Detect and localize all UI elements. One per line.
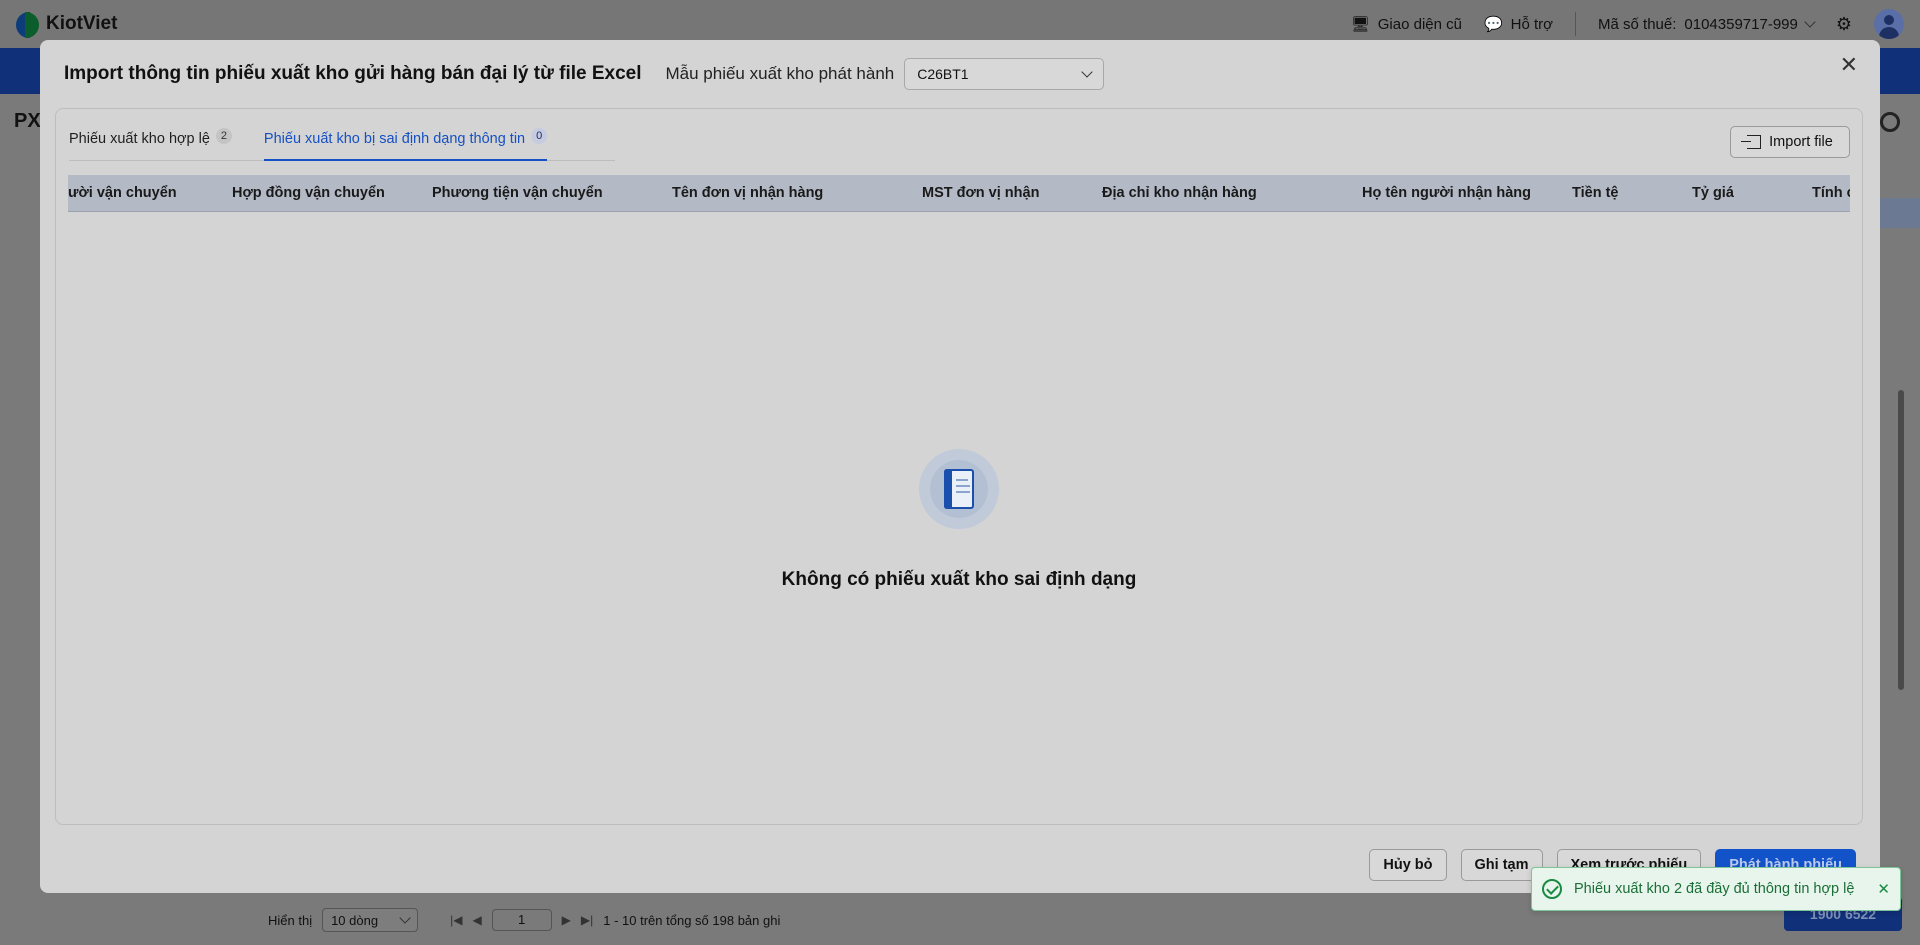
check-circle-icon bbox=[1542, 879, 1562, 899]
cancel-button[interactable]: Hủy bỏ bbox=[1369, 849, 1447, 881]
col-warehouse-address: Địa chỉ kho nhận hàng bbox=[1102, 185, 1257, 201]
template-select[interactable]: C26BT1 bbox=[904, 58, 1105, 90]
rows-option: 10 dòng bbox=[331, 912, 379, 928]
toast-message: Phiếu xuất kho 2 đã đầy đủ thông tin hợp… bbox=[1574, 881, 1855, 897]
kiotviet-logo-icon bbox=[16, 10, 39, 38]
last-page-icon[interactable]: ▶| bbox=[581, 913, 593, 927]
col-transport-contract: Hợp đồng vận chuyển bbox=[232, 185, 385, 201]
col-currency: Tiền tệ bbox=[1572, 185, 1619, 201]
record-range: 1 - 10 trên tổng số 198 bản ghi bbox=[603, 912, 781, 928]
import-file-label: Import file bbox=[1769, 134, 1833, 150]
rows-per-page-select[interactable]: 10 dòng bbox=[322, 908, 419, 932]
col-receiver-tax-code: MST đơn vị nhận bbox=[922, 185, 1040, 201]
app-logo[interactable]: KiotViet bbox=[16, 10, 117, 38]
chat-bubble-icon: 💬 bbox=[1483, 16, 1503, 33]
support-link[interactable]: 💬 Hỗ trợ bbox=[1483, 15, 1554, 34]
modal-header: Import thông tin phiếu xuất kho gửi hàng… bbox=[64, 54, 1856, 94]
next-page-icon[interactable]: ▶ bbox=[562, 913, 571, 927]
tab-invalid-label: Phiếu xuất kho bị sai định dạng thông ti… bbox=[263, 131, 526, 147]
avatar[interactable] bbox=[1874, 9, 1904, 39]
modal-title: Import thông tin phiếu xuất kho gửi hàng… bbox=[64, 63, 642, 84]
pagination-bar: Hiển thị 10 dòng |◀ ◀ 1 ▶ ▶| 1 - 10 trên… bbox=[268, 905, 780, 935]
tab-valid-label: Phiếu xuất kho hợp lệ bbox=[69, 131, 210, 147]
old-ui-label: Giao diện cũ bbox=[1377, 15, 1462, 33]
settings-icon[interactable] bbox=[1880, 112, 1900, 132]
page-scrollbar[interactable] bbox=[1898, 390, 1904, 690]
tab-valid-count: 2 bbox=[215, 128, 232, 144]
col-receiver-name: Họ tên người nhận hàng bbox=[1362, 185, 1532, 201]
tab-bar: Phiếu xuất kho hợp lệ 2 Phiếu xuất kho b… bbox=[69, 128, 615, 161]
tab-valid[interactable]: Phiếu xuất kho hợp lệ 2 bbox=[69, 128, 232, 160]
col-vehicle: Phương tiện vận chuyển bbox=[432, 185, 603, 201]
import-file-button[interactable]: Import file bbox=[1730, 126, 1850, 158]
tax-code-dropdown[interactable]: Mã số thuế: 0104359717-999 bbox=[1598, 15, 1816, 33]
tab-invalid-count: 0 bbox=[531, 128, 548, 144]
close-icon[interactable]: ✕ bbox=[1840, 54, 1858, 76]
tax-code-label: Mã số thuế: bbox=[1598, 15, 1677, 33]
header-divider bbox=[1575, 12, 1577, 36]
chevron-down-icon bbox=[399, 912, 411, 924]
prev-page-icon[interactable]: ◀ bbox=[472, 913, 481, 927]
chevron-down-icon bbox=[1804, 16, 1816, 28]
chevron-down-icon bbox=[1081, 66, 1093, 78]
page-title: PX bbox=[14, 110, 41, 132]
table-header-edge bbox=[1880, 198, 1920, 228]
rows-label: Hiển thị bbox=[268, 912, 313, 928]
empty-state: Không có phiếu xuất kho sai định dạng bbox=[56, 449, 1862, 591]
success-toast: Phiếu xuất kho 2 đã đầy đủ thông tin hợp… bbox=[1531, 867, 1901, 911]
empty-message: Không có phiếu xuất kho sai định dạng bbox=[781, 569, 1137, 590]
support-label: Hỗ trợ bbox=[1510, 15, 1554, 33]
import-modal: Import thông tin phiếu xuất kho gửi hàng… bbox=[40, 40, 1880, 893]
monitor-icon: 🖥 bbox=[1350, 16, 1370, 33]
tax-code-value: 0104359717-999 bbox=[1684, 15, 1798, 33]
table-header: ười vận chuyển Hợp đồng vận chuyển Phươn… bbox=[68, 175, 1850, 212]
template-label: Mẫu phiếu xuất kho phát hành bbox=[665, 64, 895, 83]
import-panel: Phiếu xuất kho hợp lệ 2 Phiếu xuất kho b… bbox=[55, 108, 1863, 825]
app-name: KiotViet bbox=[46, 13, 118, 34]
close-icon[interactable]: ✕ bbox=[1877, 880, 1890, 898]
col-calc: Tính c bbox=[1812, 185, 1850, 201]
col-carrier: ười vận chuyển bbox=[68, 185, 177, 201]
page-input[interactable]: 1 bbox=[491, 909, 552, 931]
old-ui-link[interactable]: 🖥 Giao diện cũ bbox=[1350, 15, 1462, 34]
gear-icon[interactable]: ⚙ bbox=[1836, 14, 1852, 35]
tab-invalid[interactable]: Phiếu xuất kho bị sai định dạng thông ti… bbox=[263, 128, 548, 161]
col-receiver-unit: Tên đơn vị nhận hàng bbox=[672, 185, 824, 201]
col-exchange-rate: Tỷ giá bbox=[1692, 185, 1734, 201]
import-icon bbox=[1741, 135, 1762, 149]
first-page-icon[interactable]: |◀ bbox=[450, 913, 462, 927]
template-value: C26BT1 bbox=[917, 66, 969, 82]
empty-document-icon bbox=[919, 449, 999, 529]
